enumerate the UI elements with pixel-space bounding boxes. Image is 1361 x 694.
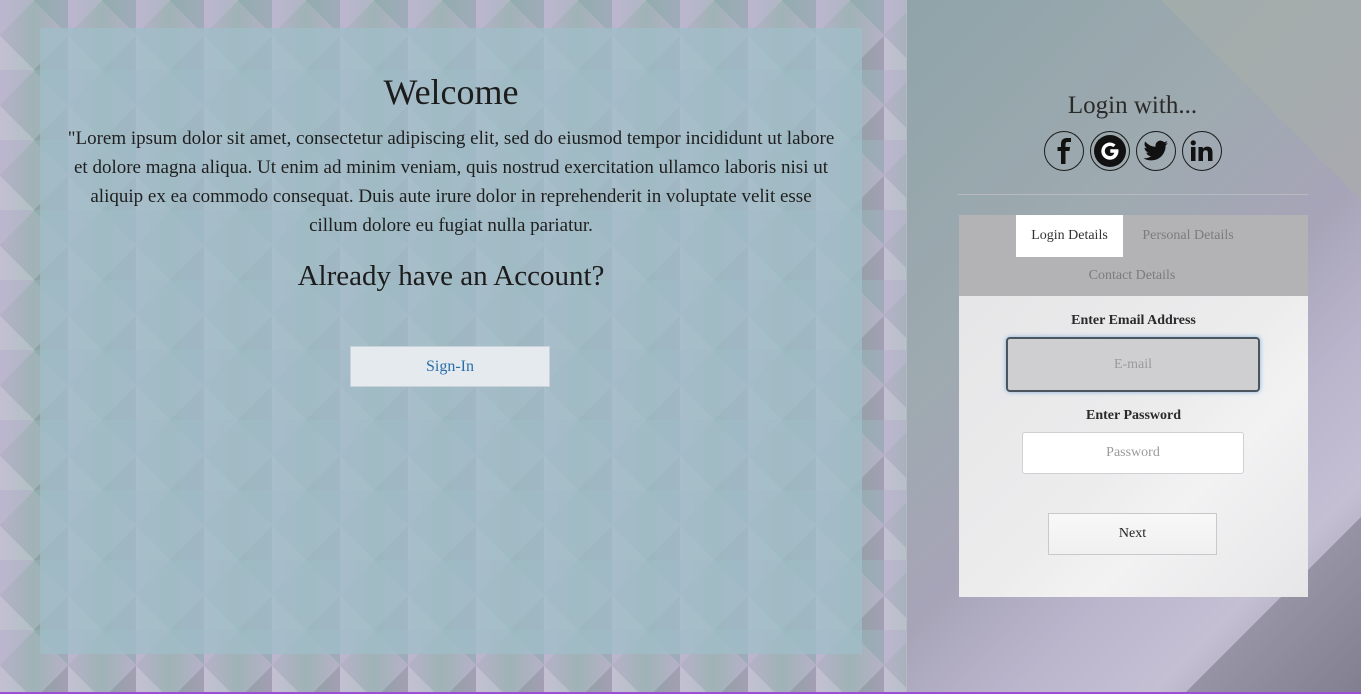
linkedin-icon[interactable]	[1182, 131, 1222, 171]
sign-in-button[interactable]: Sign-In	[350, 346, 550, 387]
facebook-icon[interactable]	[1044, 131, 1084, 171]
social-login-row	[1044, 131, 1222, 171]
already-have-account-heading: Already have an Account?	[297, 260, 605, 292]
next-button[interactable]: Next	[1048, 513, 1217, 555]
welcome-panel: Welcome "Lorem ipsum dolor sit amet, con…	[40, 28, 862, 654]
tab-contact-details[interactable]: Contact Details	[1067, 255, 1197, 297]
form-tab-bar: Login Details Personal Details Contact D…	[959, 215, 1308, 296]
password-field[interactable]	[1022, 432, 1244, 474]
welcome-title: Welcome	[383, 72, 519, 112]
email-field[interactable]	[1006, 337, 1260, 392]
google-icon[interactable]	[1090, 131, 1130, 171]
twitter-icon[interactable]	[1136, 131, 1176, 171]
tab-login-details[interactable]: Login Details	[1016, 215, 1123, 257]
welcome-body-text: "Lorem ipsum dolor sit amet, consectetur…	[67, 128, 835, 236]
login-with-heading: Login with...	[1067, 92, 1198, 119]
password-label: Enter Password	[1085, 408, 1182, 423]
tab-personal-details[interactable]: Personal Details	[1133, 215, 1243, 257]
registration-form-card: Login Details Personal Details Contact D…	[959, 215, 1308, 597]
email-label: Enter Email Address	[1071, 313, 1196, 328]
divider-line	[958, 194, 1308, 195]
